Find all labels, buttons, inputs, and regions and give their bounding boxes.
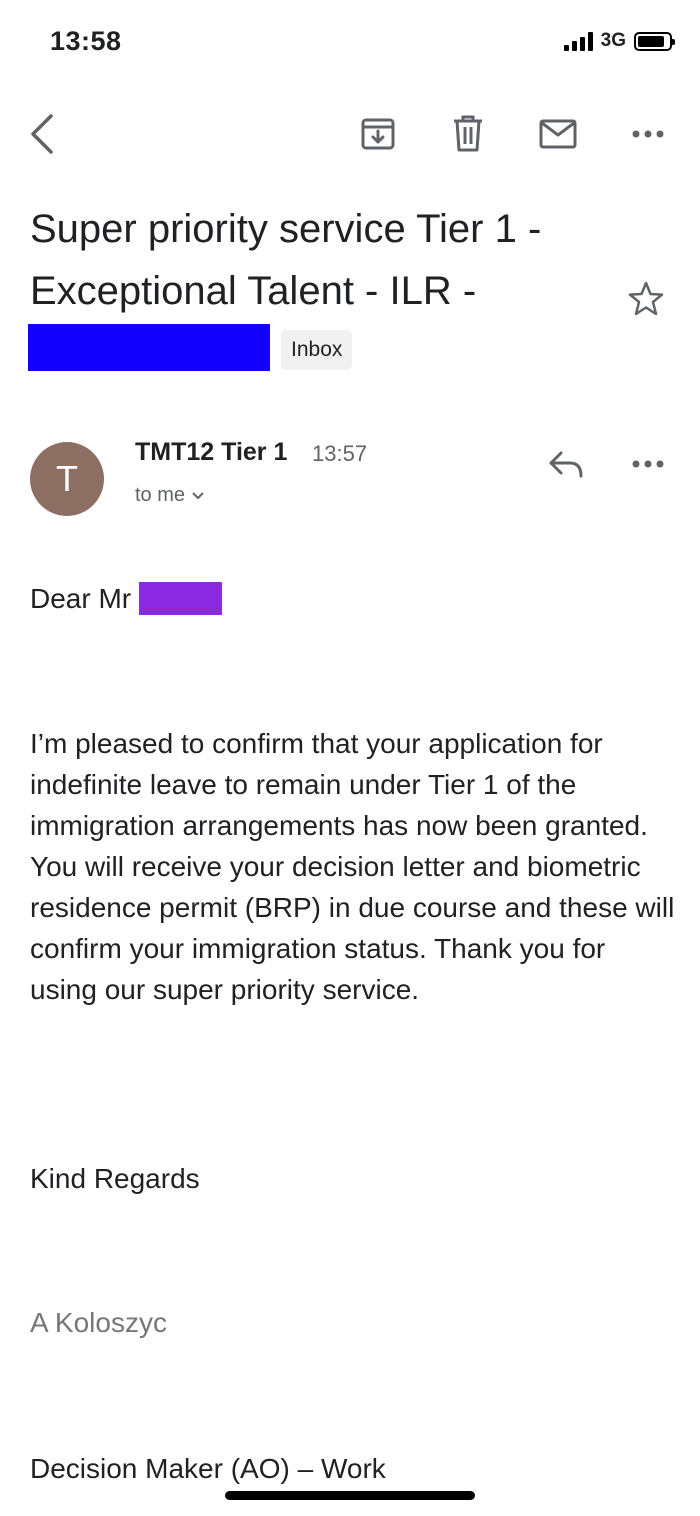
signal-bars-icon — [563, 31, 593, 51]
greeting-text: Dear Mr — [30, 583, 132, 614]
signature-role: Decision Maker (AO) – Work — [30, 1453, 386, 1484]
status-time: 13:58 — [50, 26, 122, 56]
reply-icon[interactable] — [542, 440, 590, 488]
redaction-block — [28, 324, 270, 371]
sender-avatar: T — [30, 442, 104, 516]
more-options-icon[interactable] — [624, 110, 672, 158]
greeting: Dear Mr — [30, 578, 223, 619]
home-indicator[interactable] — [225, 1491, 475, 1500]
body-paragraph: I’m pleased to confirm that your applica… — [30, 728, 675, 1005]
inbox-label[interactable]: Inbox — [281, 330, 353, 370]
back-arrow-icon[interactable] — [18, 110, 66, 158]
network-type: 3G — [600, 30, 626, 51]
redaction-block — [139, 582, 223, 615]
sender-name: TMT12 Tier 1 — [135, 438, 288, 466]
chevron-down-icon — [192, 491, 204, 499]
email-subject: Super priority service Tier 1 - Exceptio… — [30, 207, 542, 313]
archive-icon[interactable] — [354, 110, 402, 158]
message-more-options-icon[interactable] — [624, 440, 672, 488]
mark-unread-icon[interactable] — [534, 110, 582, 158]
battery-icon — [634, 31, 675, 51]
star-icon[interactable] — [626, 280, 666, 323]
status-indicators: 3G — [563, 30, 675, 52]
recipient-details[interactable]: to me — [135, 484, 205, 507]
delete-icon[interactable] — [444, 110, 492, 158]
closing: Kind Regards — [30, 1163, 200, 1194]
signature-name: A Koloszyc — [30, 1307, 167, 1338]
recipient-label: to me — [135, 484, 186, 506]
sent-time: 13:57 — [312, 441, 368, 466]
